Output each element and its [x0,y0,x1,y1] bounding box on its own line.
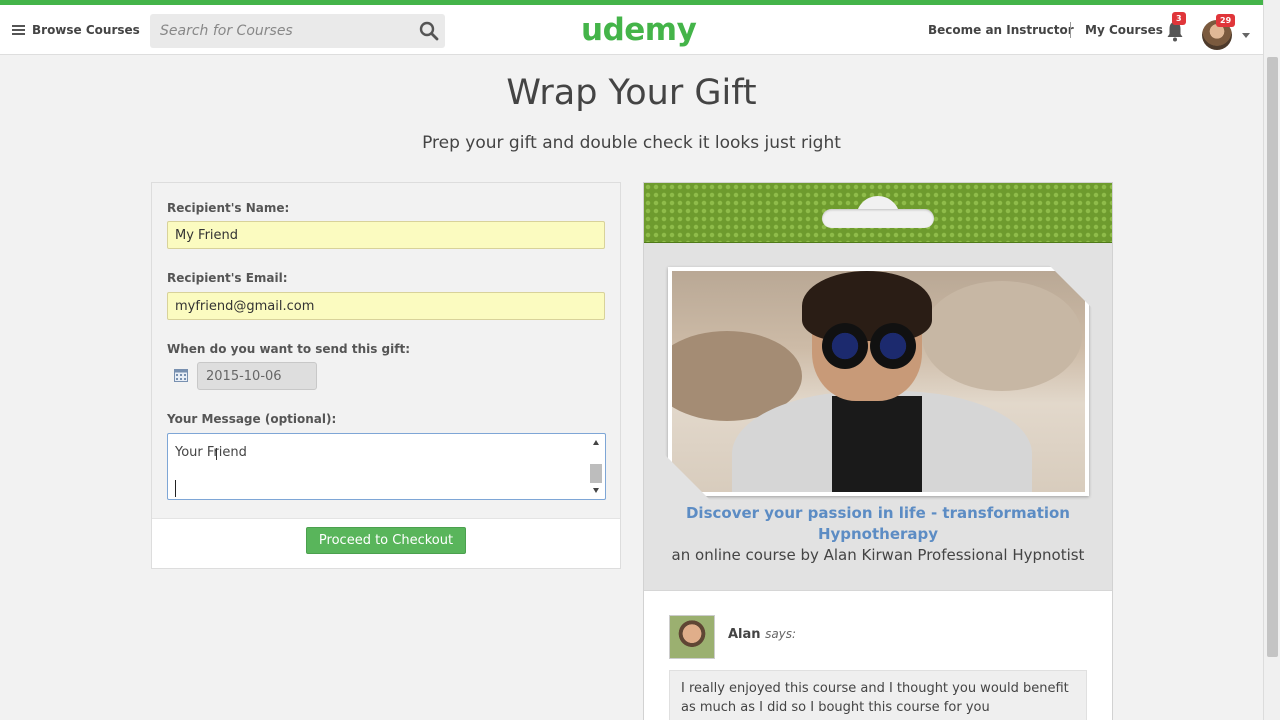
calendar-icon[interactable] [174,369,188,382]
course-byline: an online course by Alan Kirwan Professi… [671,546,1085,564]
udemy-logo[interactable]: udemy [581,12,697,48]
send-date-field[interactable] [197,362,317,390]
message-text: Your Friend [175,445,247,460]
message-scrollbar[interactable] [589,436,603,497]
nav-divider [1070,22,1071,38]
page-title: Wrap Your Gift [506,73,757,113]
messages-badge: 29 [1216,14,1236,27]
message-textarea[interactable]: Your Friend [167,433,606,500]
scroll-down-icon[interactable] [593,488,599,493]
gift-tag-ribbon [644,183,1112,243]
site-header: Browse Courses udemy Become an Instructo… [0,5,1263,55]
search-icon[interactable] [419,21,439,41]
my-courses-link[interactable]: My Courses [1085,23,1163,37]
become-instructor-link[interactable]: Become an Instructor [928,23,1074,37]
scroll-up-icon[interactable] [593,440,599,445]
text-caret [175,480,176,497]
course-image [672,271,1085,492]
sender-message-section: Alan says: I really enjoyed this course … [644,590,1112,720]
chevron-down-icon [1242,33,1250,38]
page-subtitle: Prep your gift and double check it looks… [422,133,841,153]
scrollbar-thumb[interactable] [1267,57,1278,657]
recipient-email-field[interactable] [167,292,605,320]
mouse-cursor [216,448,217,460]
page-scrollbar[interactable] [1263,0,1280,720]
proceed-to-checkout-button[interactable]: Proceed to Checkout [306,527,466,554]
sender-avatar [669,615,715,659]
sender-name: Alan says: [728,627,796,642]
browse-courses-button[interactable]: Browse Courses [12,23,140,37]
gift-form: Recipient's Name: Recipient's Email: Whe… [151,182,621,569]
recipient-name-label: Recipient's Name: [167,201,290,215]
gift-card-preview: Discover your passion in life - transfor… [643,182,1113,720]
says-label: says: [765,627,797,641]
menu-icon [12,25,25,35]
search-input[interactable] [150,14,400,48]
notifications-badge: 3 [1172,12,1186,25]
gift-message-bubble: I really enjoyed this course and I thoug… [669,670,1087,720]
recipient-email-label: Recipient's Email: [167,271,288,285]
browse-courses-label: Browse Courses [32,23,140,37]
send-date-label: When do you want to send this gift: [167,342,410,356]
tag-hole [822,209,934,228]
gift-form-fields: Recipient's Name: Recipient's Email: Whe… [152,183,620,519]
recipient-name-field[interactable] [167,221,605,249]
search-box [150,14,445,48]
message-label: Your Message (optional): [167,412,337,426]
message-scroll-thumb[interactable] [590,464,602,483]
course-image-frame [664,263,1093,500]
sender-name-text: Alan [728,627,761,642]
course-title-link[interactable]: Discover your passion in life - transfor… [664,503,1092,545]
